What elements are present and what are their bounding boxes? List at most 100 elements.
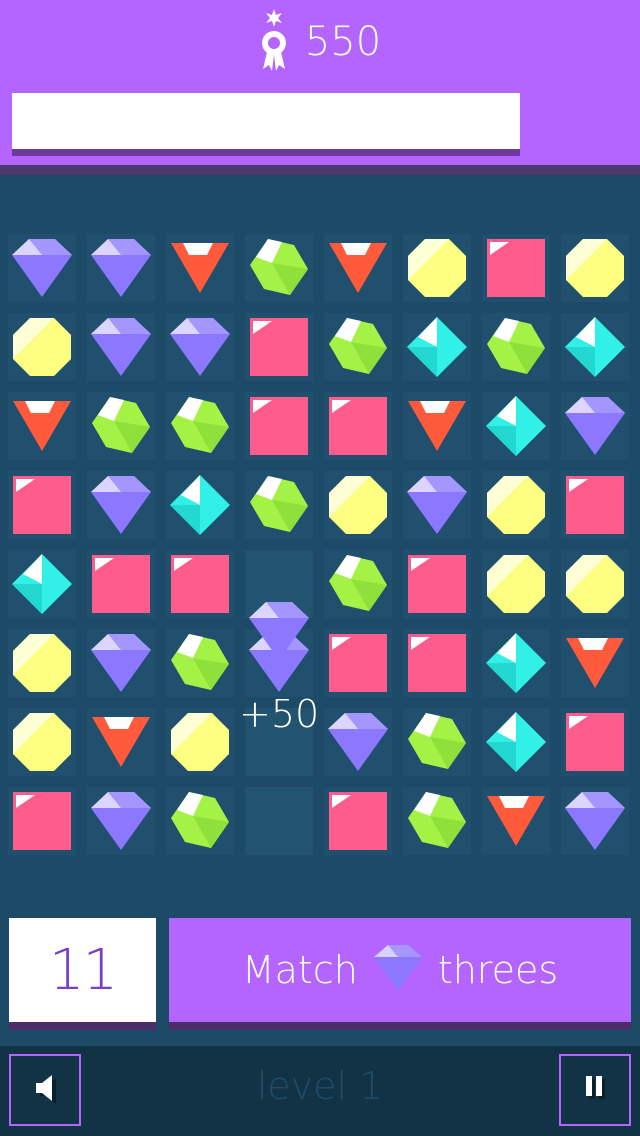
pink-gem[interactable] <box>482 234 550 302</box>
pink-gem[interactable] <box>403 550 471 618</box>
red-gem[interactable] <box>324 234 392 302</box>
pink-gem[interactable] <box>324 629 392 697</box>
score-display: 550 <box>0 9 640 75</box>
pink-gem[interactable] <box>8 787 76 855</box>
cyan-gem-icon <box>12 554 72 614</box>
purple-gem[interactable] <box>403 471 471 539</box>
green-gem-icon <box>408 792 466 848</box>
purple-gem-icon <box>565 792 625 850</box>
green-gem-icon <box>171 634 229 690</box>
yellow-gem[interactable] <box>8 708 76 776</box>
medal-icon <box>259 9 289 75</box>
purple-gem-icon <box>91 792 151 850</box>
yellow-gem[interactable] <box>482 550 550 618</box>
pink-gem[interactable] <box>403 629 471 697</box>
red-gem-icon <box>408 401 466 451</box>
yellow-gem[interactable] <box>8 629 76 697</box>
red-gem[interactable] <box>87 708 155 776</box>
pink-gem-icon <box>566 713 624 771</box>
green-gem[interactable] <box>324 313 392 381</box>
cyan-gem[interactable] <box>482 708 550 776</box>
pink-gem[interactable] <box>561 471 629 539</box>
green-gem[interactable] <box>87 392 155 460</box>
top-bar-shadow <box>0 165 640 175</box>
green-gem[interactable] <box>482 313 550 381</box>
purple-gem-icon <box>91 239 151 297</box>
red-gem[interactable] <box>8 392 76 460</box>
purple-gem-icon <box>12 239 72 297</box>
yellow-gem-icon <box>329 476 387 534</box>
yellow-gem-icon <box>13 713 71 771</box>
green-gem-icon <box>329 555 387 611</box>
purple-gem[interactable] <box>8 234 76 302</box>
purple-gem[interactable] <box>87 313 155 381</box>
yellow-gem[interactable] <box>8 313 76 381</box>
purple-gem-icon <box>565 397 625 455</box>
purple-gem[interactable] <box>87 234 155 302</box>
green-gem[interactable] <box>403 787 471 855</box>
purple-gem[interactable] <box>561 787 629 855</box>
purple-gem-icon <box>91 318 151 376</box>
red-gem[interactable] <box>166 234 234 302</box>
pink-gem-icon <box>408 555 466 613</box>
yellow-gem-icon <box>566 239 624 297</box>
cyan-gem[interactable] <box>166 471 234 539</box>
pink-gem[interactable] <box>245 392 313 460</box>
red-gem[interactable] <box>482 787 550 855</box>
purple-gem-icon <box>328 713 388 771</box>
green-gem[interactable] <box>166 787 234 855</box>
purple-gem-icon <box>170 318 230 376</box>
pause-button[interactable] <box>559 1054 631 1126</box>
pink-gem[interactable] <box>324 392 392 460</box>
cyan-gem[interactable] <box>403 313 471 381</box>
pink-gem[interactable] <box>8 471 76 539</box>
green-gem[interactable] <box>166 392 234 460</box>
green-gem[interactable] <box>403 708 471 776</box>
moves-left-value: 11 <box>48 937 118 1003</box>
purple-gem[interactable] <box>87 629 155 697</box>
green-gem-icon <box>250 476 308 532</box>
pink-gem-icon <box>250 397 308 455</box>
pink-gem[interactable] <box>166 550 234 618</box>
pink-gem-icon <box>171 555 229 613</box>
yellow-gem-icon <box>13 634 71 692</box>
game-board[interactable]: +50 <box>8 234 632 862</box>
green-gem[interactable] <box>166 629 234 697</box>
cyan-gem-icon <box>407 317 467 377</box>
pink-gem[interactable] <box>324 787 392 855</box>
cyan-gem[interactable] <box>482 392 550 460</box>
red-gem[interactable] <box>561 629 629 697</box>
yellow-gem[interactable] <box>403 234 471 302</box>
pink-gem-icon <box>487 239 545 297</box>
green-gem[interactable] <box>324 550 392 618</box>
score-value: 550 <box>304 19 382 65</box>
cyan-gem[interactable] <box>482 629 550 697</box>
yellow-gem-icon <box>171 713 229 771</box>
purple-gem[interactable] <box>87 471 155 539</box>
purple-gem[interactable] <box>324 708 392 776</box>
green-gem-icon <box>408 713 466 769</box>
green-gem[interactable] <box>245 234 313 302</box>
yellow-gem[interactable] <box>561 234 629 302</box>
cyan-gem[interactable] <box>561 313 629 381</box>
purple-gem[interactable] <box>87 787 155 855</box>
cyan-gem[interactable] <box>8 550 76 618</box>
purple-gem[interactable] <box>561 392 629 460</box>
red-gem-icon <box>92 717 150 767</box>
pink-gem-icon <box>408 634 466 692</box>
yellow-gem[interactable] <box>324 471 392 539</box>
yellow-gem[interactable] <box>166 708 234 776</box>
purple-gem[interactable] <box>166 313 234 381</box>
green-gem[interactable] <box>245 471 313 539</box>
pink-gem[interactable] <box>245 313 313 381</box>
pink-gem-icon <box>250 318 308 376</box>
red-gem[interactable] <box>403 392 471 460</box>
pink-gem[interactable] <box>87 550 155 618</box>
pink-gem[interactable] <box>561 708 629 776</box>
green-gem-icon <box>171 397 229 453</box>
yellow-gem[interactable] <box>482 471 550 539</box>
pink-gem-icon <box>329 397 387 455</box>
yellow-gem[interactable] <box>561 550 629 618</box>
empty-cell[interactable] <box>245 787 313 855</box>
green-gem-icon <box>250 239 308 295</box>
